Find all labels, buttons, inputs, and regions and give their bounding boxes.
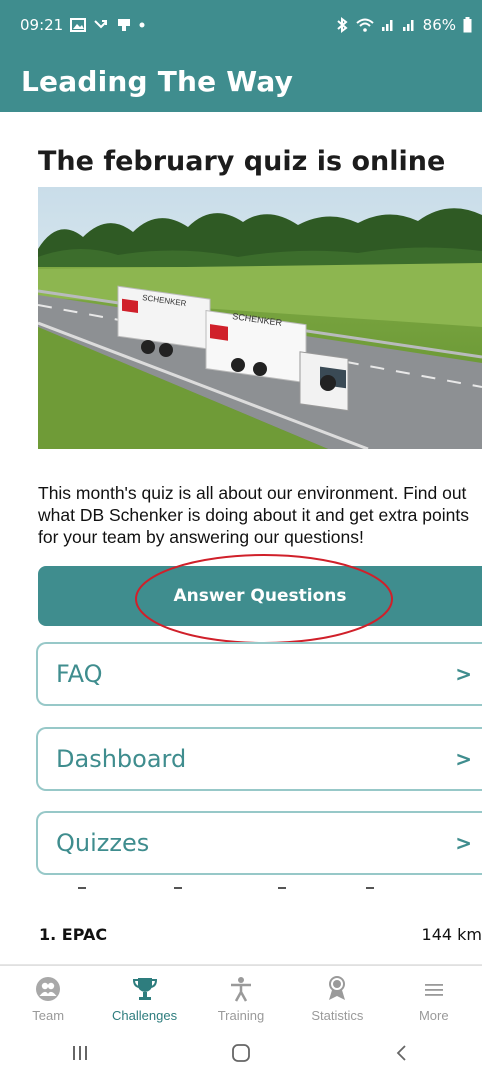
quizzes-menu-item[interactable]: Quizzes > bbox=[36, 811, 482, 875]
nav-label-team: Team bbox=[32, 1008, 65, 1023]
wifi-icon bbox=[355, 18, 374, 32]
nav-label-challenges: Challenges bbox=[112, 1008, 178, 1023]
chevron-right-icon: > bbox=[455, 747, 472, 771]
menu-label-dashboard: Dashboard bbox=[56, 745, 187, 773]
nav-team[interactable]: Team bbox=[3, 976, 93, 1023]
nav-label-statistics: Statistics bbox=[311, 1008, 364, 1023]
app-header: Leading The Way bbox=[0, 50, 482, 112]
home-button[interactable] bbox=[211, 1043, 271, 1063]
medal-icon bbox=[324, 976, 350, 1002]
faq-menu-item[interactable]: FAQ > bbox=[36, 642, 482, 706]
main-content[interactable]: The february quiz is online SCHENKER SCH… bbox=[0, 112, 482, 892]
missed-call-icon bbox=[93, 18, 109, 32]
status-time: 09:21 bbox=[20, 16, 64, 34]
nav-more[interactable]: More bbox=[389, 976, 479, 1023]
nav-training[interactable]: Training bbox=[196, 976, 286, 1023]
person-icon bbox=[228, 976, 254, 1002]
signal-icon-2 bbox=[402, 18, 416, 32]
post-title: The february quiz is online bbox=[38, 146, 446, 177]
bottom-navigation: Team Challenges Training Statistics More bbox=[0, 965, 482, 1030]
leaderboard-rank-name: 1. EPAC bbox=[39, 925, 108, 944]
status-bar: 09:21 86% bbox=[0, 0, 482, 50]
nav-challenges[interactable]: Challenges bbox=[100, 976, 190, 1023]
menu-label-quizzes: Quizzes bbox=[56, 829, 150, 857]
content-edge bbox=[0, 883, 482, 892]
status-right: 86% bbox=[335, 16, 472, 34]
battery-icon bbox=[463, 17, 472, 33]
battery-percent: 86% bbox=[422, 16, 456, 34]
leaderboard-value: 144 km bbox=[421, 925, 482, 944]
nav-label-more: More bbox=[418, 1008, 449, 1023]
back-button[interactable] bbox=[372, 1043, 432, 1063]
leaderboard-row[interactable]: 1. EPAC 144 km bbox=[0, 905, 482, 965]
menu-icon bbox=[421, 976, 447, 1002]
post-description: This month's quiz is all about our envir… bbox=[38, 483, 469, 547]
dashboard-menu-item[interactable]: Dashboard > bbox=[36, 727, 482, 791]
chevron-right-icon: > bbox=[455, 662, 472, 686]
signal-icon-1 bbox=[381, 18, 395, 32]
cast-notification-icon bbox=[116, 18, 132, 32]
menu-label-faq: FAQ bbox=[56, 660, 103, 688]
nav-label-training: Training bbox=[217, 1008, 265, 1023]
nav-statistics[interactable]: Statistics bbox=[292, 976, 382, 1023]
system-navigation-bar bbox=[0, 1030, 482, 1075]
trophy-icon bbox=[131, 976, 159, 1002]
recent-apps-button[interactable] bbox=[50, 1044, 110, 1062]
dot-icon bbox=[139, 22, 145, 28]
answer-questions-button[interactable]: Answer Questions bbox=[38, 566, 482, 626]
app-title: Leading The Way bbox=[21, 64, 294, 98]
team-icon bbox=[35, 976, 61, 1002]
gallery-notification-icon bbox=[70, 18, 87, 32]
bluetooth-icon bbox=[335, 17, 349, 33]
hero-image: SCHENKER SCHENKER bbox=[38, 187, 482, 449]
status-left: 09:21 bbox=[20, 16, 145, 34]
chevron-right-icon: > bbox=[455, 831, 472, 855]
